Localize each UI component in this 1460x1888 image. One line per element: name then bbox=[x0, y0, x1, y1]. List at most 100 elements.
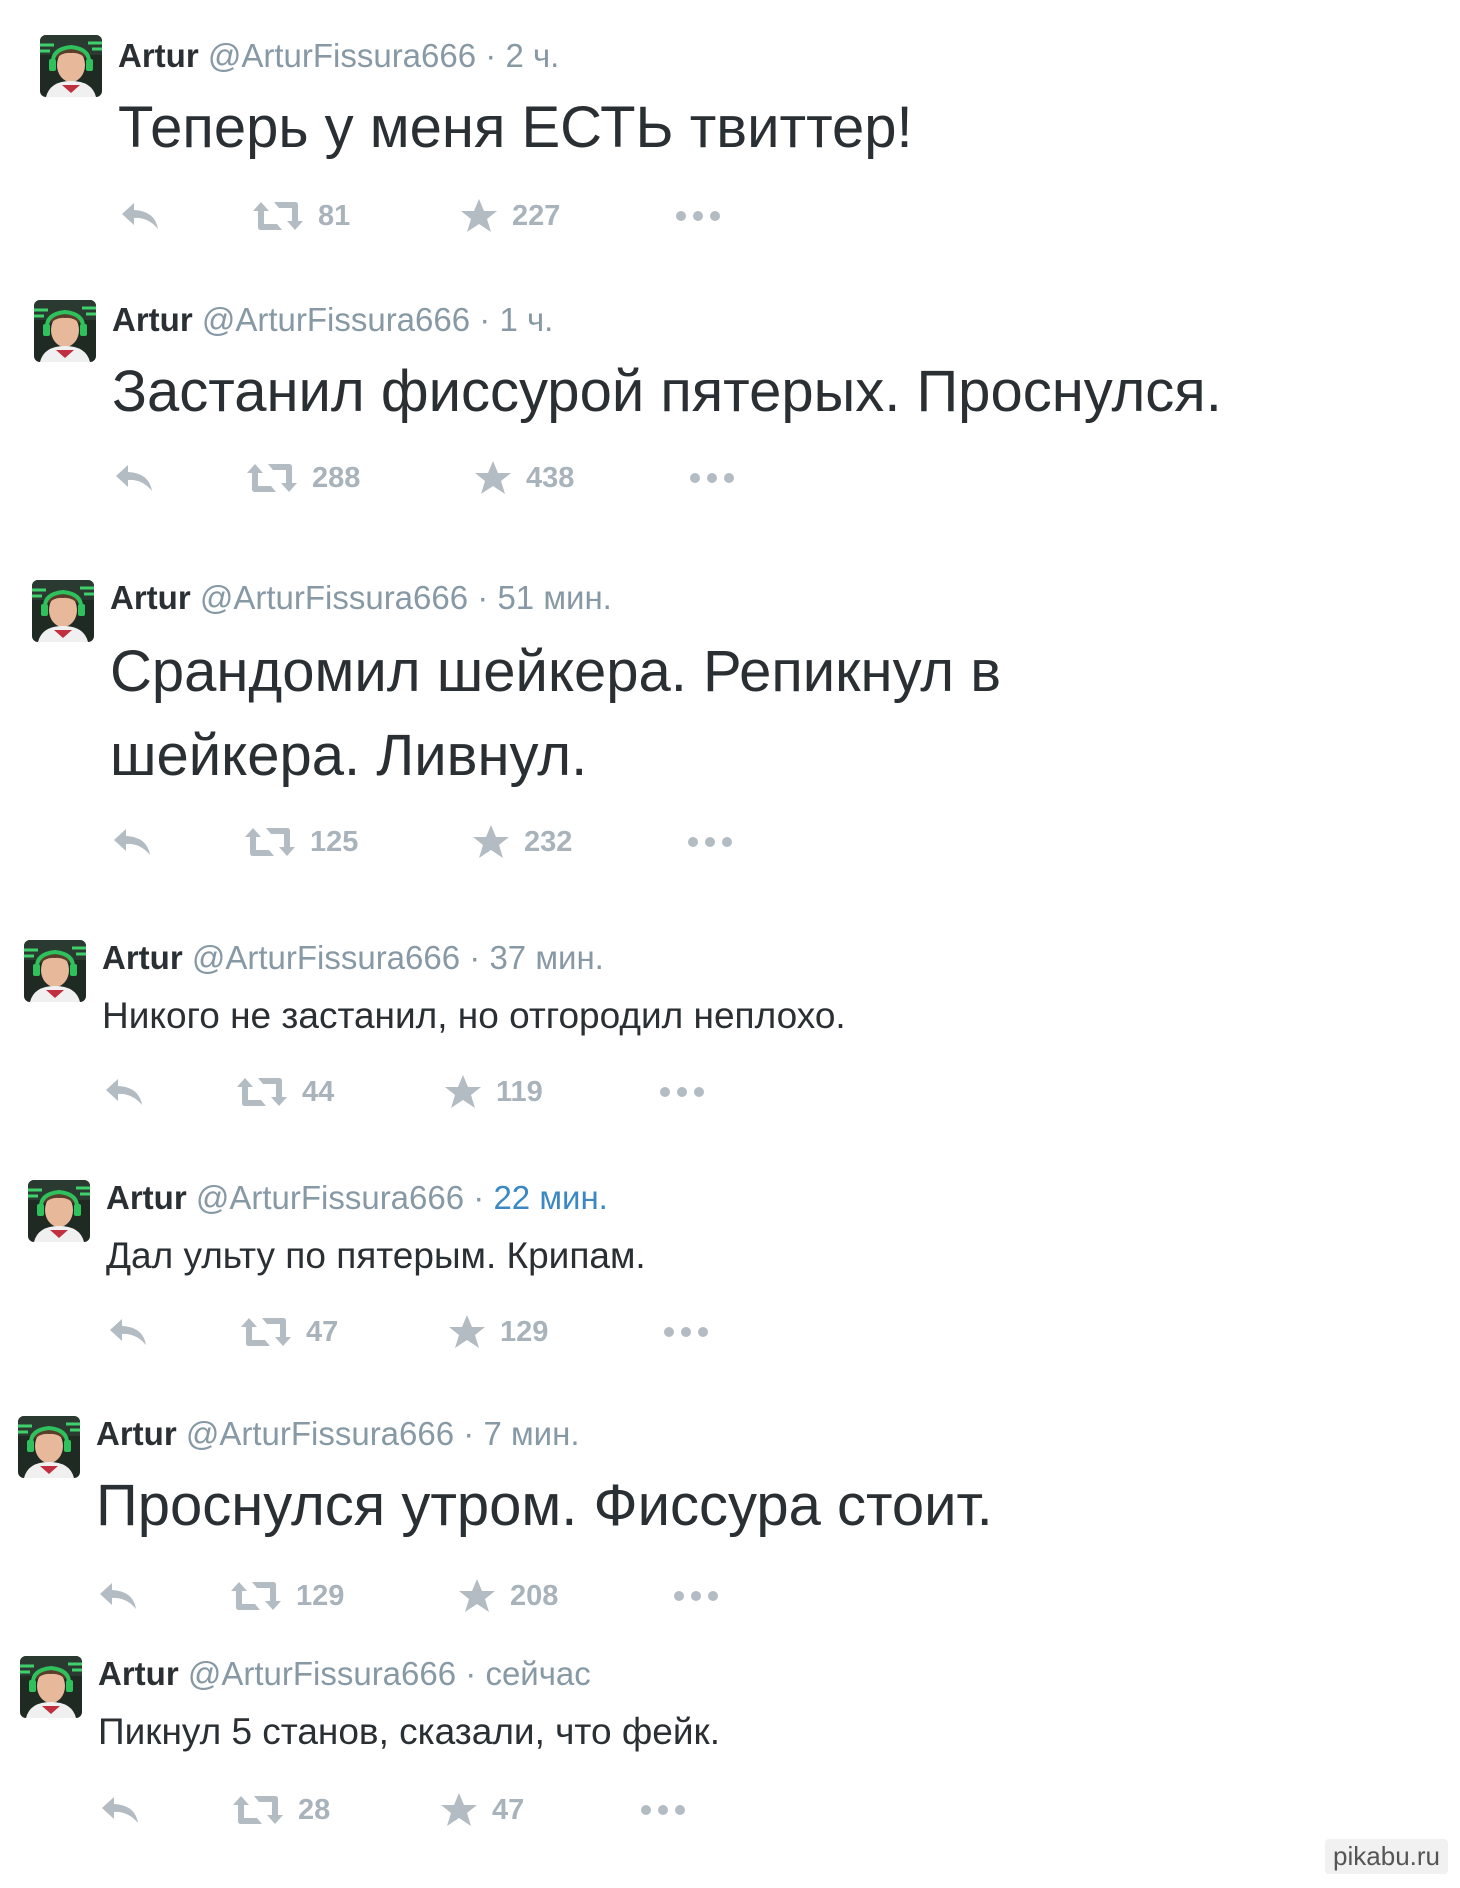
more-button[interactable] bbox=[659, 1072, 705, 1112]
timestamp[interactable]: 51 мин. bbox=[497, 579, 611, 616]
author-handle[interactable]: @ArturFissura666 bbox=[188, 1655, 456, 1692]
more-icon bbox=[659, 1086, 705, 1098]
reply-button[interactable] bbox=[98, 1576, 138, 1616]
tweet-text: Никого не застанил, но отгородил неплохо… bbox=[102, 995, 846, 1036]
more-button[interactable] bbox=[675, 196, 721, 236]
reply-button[interactable] bbox=[104, 1072, 144, 1112]
separator: · bbox=[485, 37, 497, 74]
timestamp[interactable]: 37 мин. bbox=[489, 939, 603, 976]
tweet-text-line: шейкера. Ливнул. bbox=[110, 723, 588, 788]
reply-button[interactable] bbox=[114, 458, 154, 498]
more-icon bbox=[640, 1804, 686, 1816]
retweet-icon bbox=[236, 1076, 288, 1108]
reply-button[interactable] bbox=[112, 822, 152, 862]
retweet-button[interactable]: 288 bbox=[246, 458, 360, 498]
reply-button[interactable] bbox=[108, 1312, 148, 1352]
favorite-count: 208 bbox=[510, 1579, 559, 1612]
retweet-count: 288 bbox=[312, 461, 361, 494]
retweet-button[interactable]: 44 bbox=[236, 1072, 334, 1112]
retweet-button[interactable]: 47 bbox=[240, 1312, 338, 1352]
separator: · bbox=[463, 1415, 475, 1452]
avatar[interactable] bbox=[28, 1180, 90, 1242]
timestamp[interactable]: 22 мин. bbox=[493, 1179, 607, 1216]
reply-icon bbox=[112, 826, 152, 858]
tweet-header: Artur @ArturFissura666 · 51 мин. bbox=[110, 578, 612, 618]
separator: · bbox=[473, 1179, 485, 1216]
separator: · bbox=[465, 1655, 477, 1692]
tweet-header: Artur @ArturFissura666 · 1 ч. bbox=[112, 300, 553, 340]
retweet-icon bbox=[232, 1794, 284, 1826]
reply-button[interactable] bbox=[100, 1790, 140, 1830]
more-button[interactable] bbox=[689, 458, 735, 498]
star-icon bbox=[472, 824, 510, 860]
more-icon bbox=[663, 1326, 709, 1338]
tweet-text: Застанил фиссурой пятерых. Проснулся. bbox=[112, 359, 1222, 424]
tweet-header: Artur @ArturFissura666 · 37 мин. bbox=[102, 938, 604, 978]
more-button[interactable] bbox=[673, 1576, 719, 1616]
separator: · bbox=[469, 939, 481, 976]
favorite-button[interactable]: 129 bbox=[448, 1312, 548, 1352]
avatar[interactable] bbox=[20, 1656, 82, 1718]
favorite-count: 47 bbox=[492, 1793, 525, 1826]
reply-button[interactable] bbox=[120, 196, 160, 236]
favorite-count: 129 bbox=[500, 1315, 549, 1348]
tweet-header: Artur @ArturFissura666 · сейчас bbox=[98, 1654, 591, 1694]
favorite-button[interactable]: 208 bbox=[458, 1576, 558, 1616]
favorite-button[interactable]: 438 bbox=[474, 458, 574, 498]
tweet-text: Дал ульту по пятерым. Крипам. bbox=[106, 1235, 646, 1276]
tweet-actions: 28 47 bbox=[100, 1790, 800, 1830]
tweet-text: Срандомил шейкера. Репикнул в шейкера. Л… bbox=[110, 630, 1001, 798]
favorite-button[interactable]: 227 bbox=[460, 196, 560, 236]
avatar[interactable] bbox=[18, 1416, 80, 1478]
author-name[interactable]: Artur bbox=[96, 1415, 177, 1452]
retweet-icon bbox=[246, 462, 298, 494]
favorite-count: 119 bbox=[496, 1075, 543, 1108]
reply-icon bbox=[98, 1580, 138, 1612]
retweet-count: 81 bbox=[318, 199, 351, 232]
retweet-button[interactable]: 125 bbox=[244, 822, 358, 862]
timestamp[interactable]: 2 ч. bbox=[505, 37, 559, 74]
author-handle[interactable]: @ArturFissura666 bbox=[196, 1179, 464, 1216]
author-name[interactable]: Artur bbox=[118, 37, 199, 74]
more-button[interactable] bbox=[687, 822, 733, 862]
author-handle[interactable]: @ArturFissura666 bbox=[200, 579, 468, 616]
tweet-actions: 129 208 bbox=[98, 1576, 798, 1616]
author-name[interactable]: Artur bbox=[98, 1655, 179, 1692]
author-handle[interactable]: @ArturFissura666 bbox=[208, 37, 476, 74]
timestamp[interactable]: 7 мин. bbox=[483, 1415, 579, 1452]
star-icon bbox=[440, 1792, 478, 1828]
favorite-button[interactable]: 119 bbox=[444, 1072, 543, 1112]
timestamp[interactable]: 1 ч. bbox=[499, 301, 553, 338]
favorite-button[interactable]: 47 bbox=[440, 1790, 524, 1830]
avatar[interactable] bbox=[34, 300, 96, 362]
timestamp[interactable]: сейчас bbox=[485, 1655, 590, 1692]
tweet-text: Пикнул 5 станов, сказали, что фейк. bbox=[98, 1711, 720, 1752]
watermark: pikabu.ru bbox=[1325, 1839, 1448, 1874]
author-name[interactable]: Artur bbox=[110, 579, 191, 616]
more-button[interactable] bbox=[640, 1790, 686, 1830]
author-name[interactable]: Artur bbox=[102, 939, 183, 976]
author-name[interactable]: Artur bbox=[106, 1179, 187, 1216]
more-icon bbox=[689, 472, 735, 484]
avatar[interactable] bbox=[24, 940, 86, 1002]
author-name[interactable]: Artur bbox=[112, 301, 193, 338]
tweet-actions: 44 119 bbox=[104, 1072, 804, 1112]
avatar[interactable] bbox=[32, 580, 94, 642]
retweet-count: 129 bbox=[296, 1579, 345, 1612]
tweet-text: Теперь у меня ЕСТЬ твиттер! bbox=[118, 95, 913, 160]
tweet-header: Artur @ArturFissura666 · 2 ч. bbox=[118, 36, 559, 76]
more-button[interactable] bbox=[663, 1312, 709, 1352]
favorite-button[interactable]: 232 bbox=[472, 822, 572, 862]
retweet-button[interactable]: 28 bbox=[232, 1790, 330, 1830]
author-handle[interactable]: @ArturFissura666 bbox=[192, 939, 460, 976]
tweet-header: Artur @ArturFissura666 · 22 мин. bbox=[106, 1178, 608, 1218]
retweet-button[interactable]: 81 bbox=[252, 196, 350, 236]
reply-icon bbox=[114, 462, 154, 494]
author-handle[interactable]: @ArturFissura666 bbox=[202, 301, 470, 338]
retweet-count: 125 bbox=[310, 825, 359, 858]
retweet-button[interactable]: 129 bbox=[230, 1576, 344, 1616]
author-handle[interactable]: @ArturFissura666 bbox=[186, 1415, 454, 1452]
reply-icon bbox=[100, 1794, 140, 1826]
avatar[interactable] bbox=[40, 35, 102, 97]
reply-icon bbox=[104, 1076, 144, 1108]
